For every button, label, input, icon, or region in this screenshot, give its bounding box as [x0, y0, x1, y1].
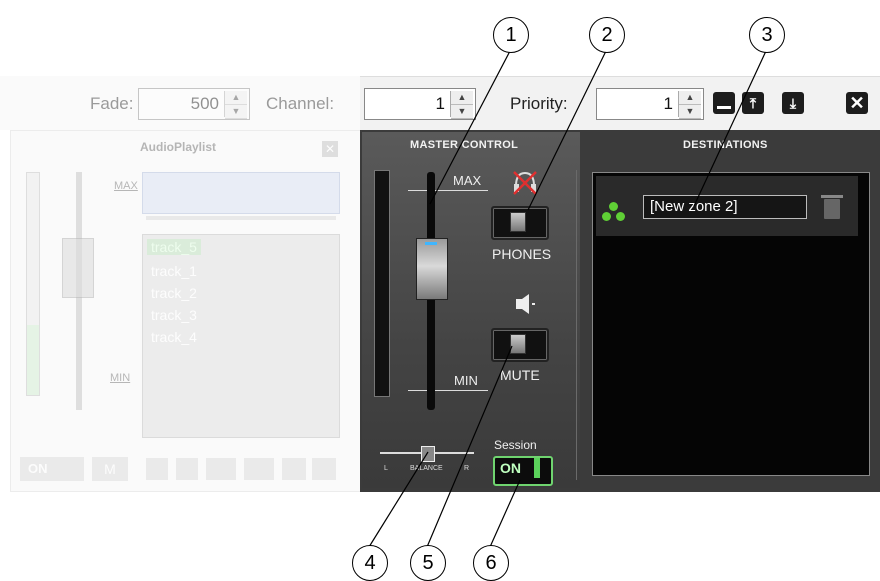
callout-2: 2 — [589, 17, 625, 53]
callout-3: 3 — [749, 17, 785, 53]
callout-6: 6 — [473, 545, 509, 581]
callout-leaders — [368, 50, 767, 548]
callout-1: 1 — [493, 17, 529, 53]
callout-5: 5 — [410, 545, 446, 581]
callout-4: 4 — [352, 545, 388, 581]
